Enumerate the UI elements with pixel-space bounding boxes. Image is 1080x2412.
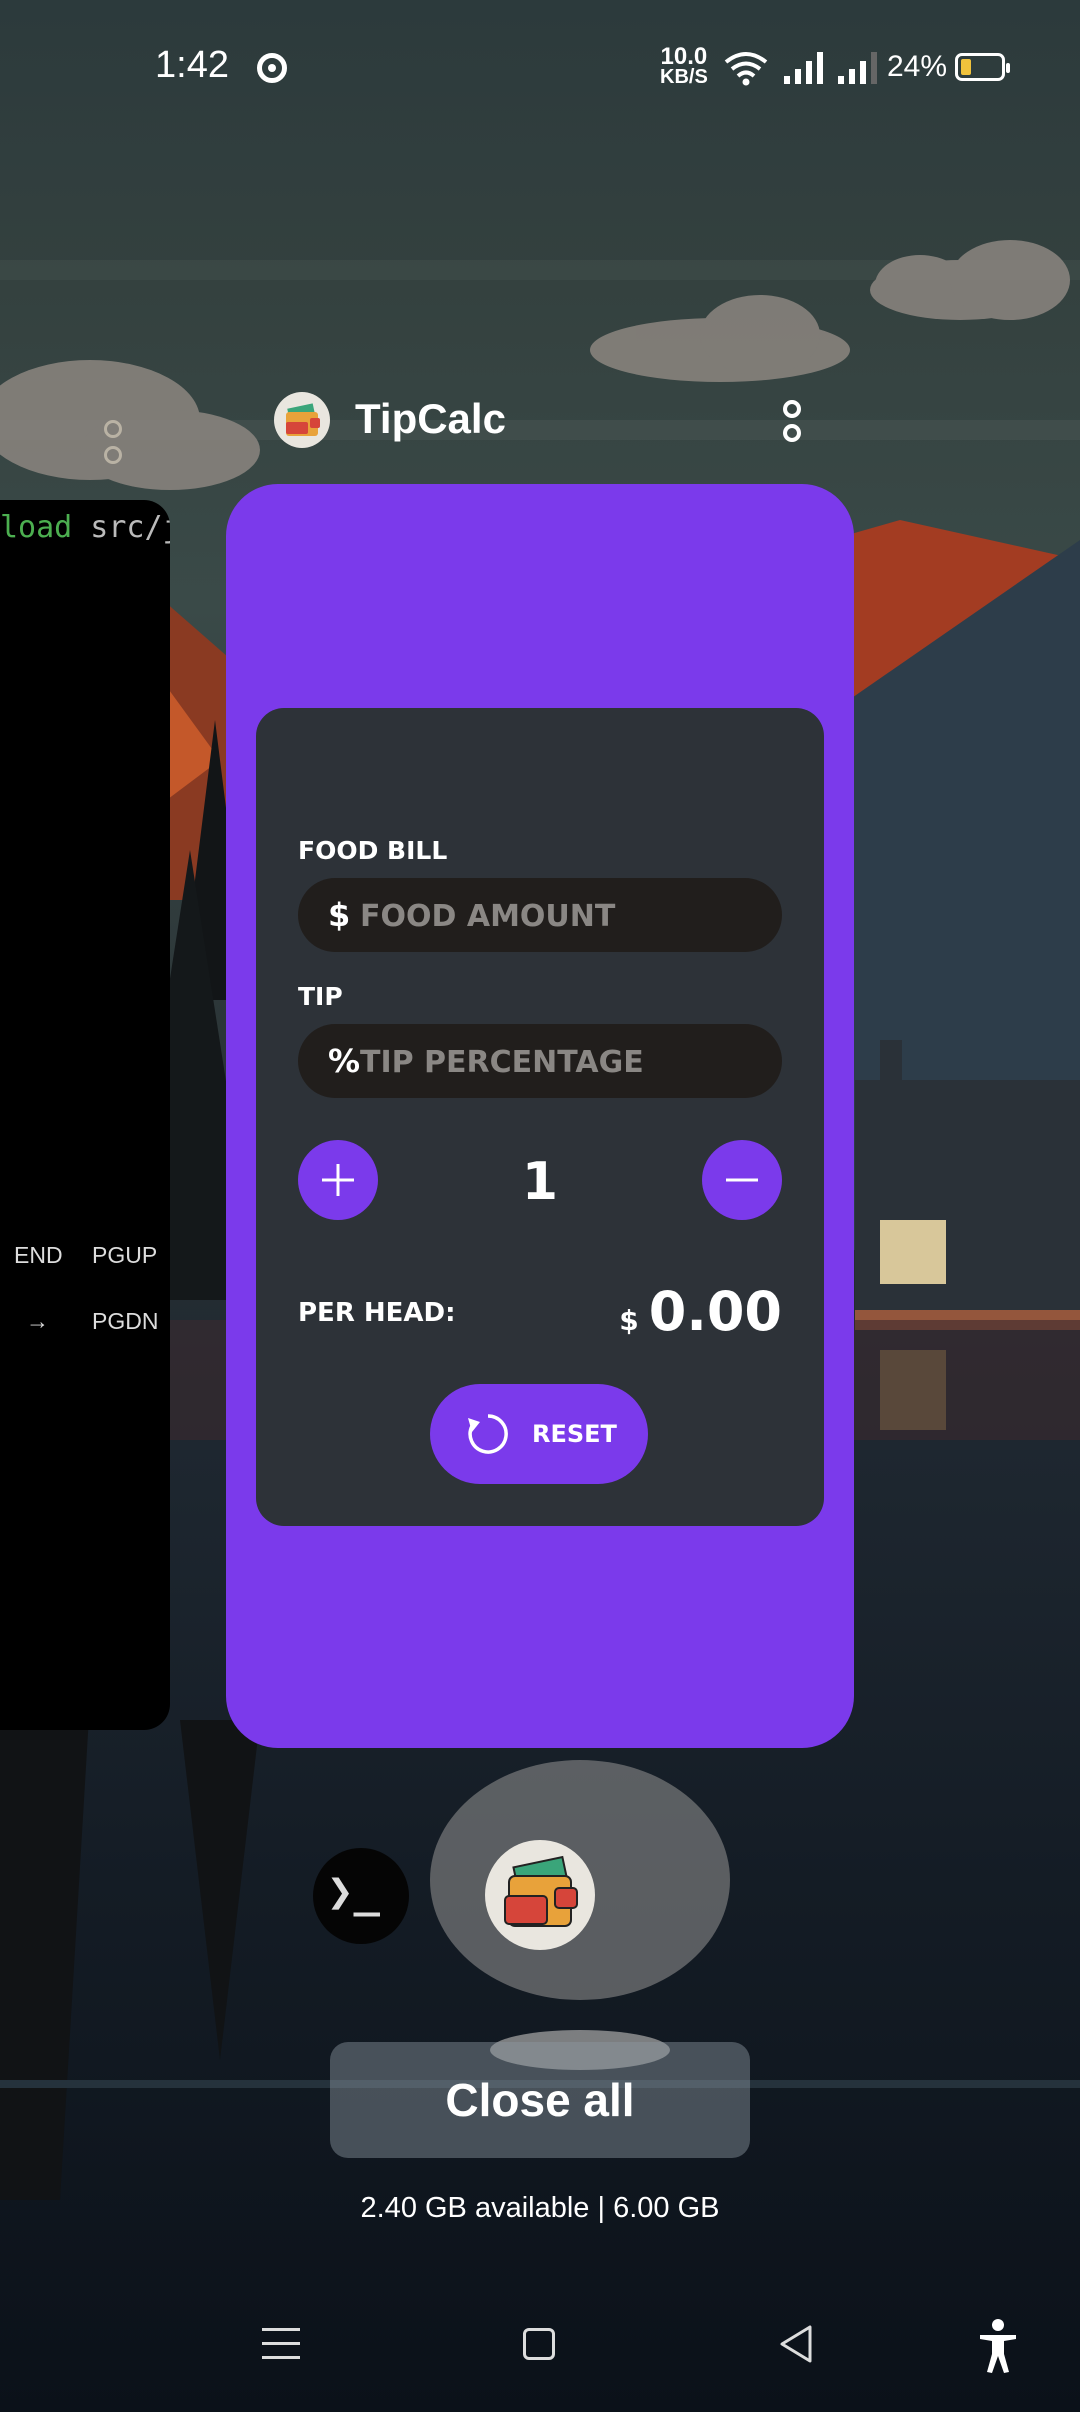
tipcalc-app-button[interactable]: [485, 1840, 595, 1950]
network-speed: 10.0 KB/S: [660, 43, 708, 88]
tipcalc-app-card[interactable]: FOOD BILL $ TIP % 1 PER HEAD: $0.00: [226, 484, 854, 1748]
per-head-currency: $: [619, 1304, 639, 1337]
home-icon[interactable]: [523, 2328, 555, 2360]
battery-icon: [955, 53, 1010, 81]
reset-button[interactable]: RESET: [430, 1384, 648, 1484]
back-icon[interactable]: [778, 2324, 814, 2364]
status-bar: 1:42 10.0 KB/S 24%: [0, 0, 1080, 140]
food-amount-input[interactable]: [358, 888, 762, 944]
battery-percent: 24%: [887, 50, 948, 83]
per-head-amount: $0.00: [619, 1280, 782, 1343]
food-amount-field[interactable]: $: [298, 878, 782, 952]
terminal-icon: ❯_: [327, 1866, 380, 1917]
background-app-menu-icon[interactable]: [104, 420, 122, 472]
terminal-code-line: load src/j: [0, 510, 170, 545]
terminal-key-pgup[interactable]: PGUP: [92, 1242, 157, 1269]
chrome-icon: [257, 53, 287, 83]
wifi-icon: [724, 52, 768, 86]
tip-percentage-field[interactable]: %: [298, 1024, 782, 1098]
per-head-value: 0.00: [648, 1280, 782, 1343]
calculator-panel: FOOD BILL $ TIP % 1 PER HEAD: $0.00: [256, 708, 824, 1526]
signal-icon: [838, 52, 877, 84]
wallet-icon: [274, 392, 330, 448]
minus-icon: [726, 1178, 758, 1182]
close-all-button[interactable]: Close all: [330, 2042, 750, 2158]
more-vert-icon[interactable]: [782, 400, 802, 448]
tip-label: TIP: [298, 982, 343, 1011]
memory-info: 2.40 GB available | 6.00 GB: [360, 2192, 720, 2224]
terminal-key-right[interactable]: →: [26, 1308, 49, 1335]
food-bill-label: FOOD BILL: [298, 836, 448, 865]
wallet-icon: [504, 1855, 578, 1927]
percent-icon: %: [328, 1042, 361, 1080]
signal-icon: [784, 52, 823, 84]
network-speed-value: 10.0: [660, 43, 708, 70]
reset-label: RESET: [532, 1420, 617, 1448]
terminal-key-pgdn[interactable]: PGDN: [92, 1308, 158, 1335]
reset-icon: [468, 1414, 508, 1454]
status-time: 1:42: [155, 44, 229, 86]
network-speed-unit: KB/S: [660, 66, 708, 88]
app-title: TipCalc: [355, 395, 506, 442]
dollar-icon: $: [328, 896, 351, 934]
terminal-key-end[interactable]: END: [14, 1242, 63, 1269]
decrease-people-button[interactable]: [702, 1140, 782, 1220]
background-app-card[interactable]: load src/j END PGUP → PGDN: [0, 500, 170, 1730]
per-head-label: PER HEAD:: [298, 1298, 456, 1328]
terminal-app-button[interactable]: ❯_: [313, 1848, 409, 1944]
tip-percentage-input[interactable]: [358, 1034, 762, 1090]
menu-icon[interactable]: [262, 2328, 300, 2370]
accessibility-icon[interactable]: [978, 2318, 1018, 2374]
